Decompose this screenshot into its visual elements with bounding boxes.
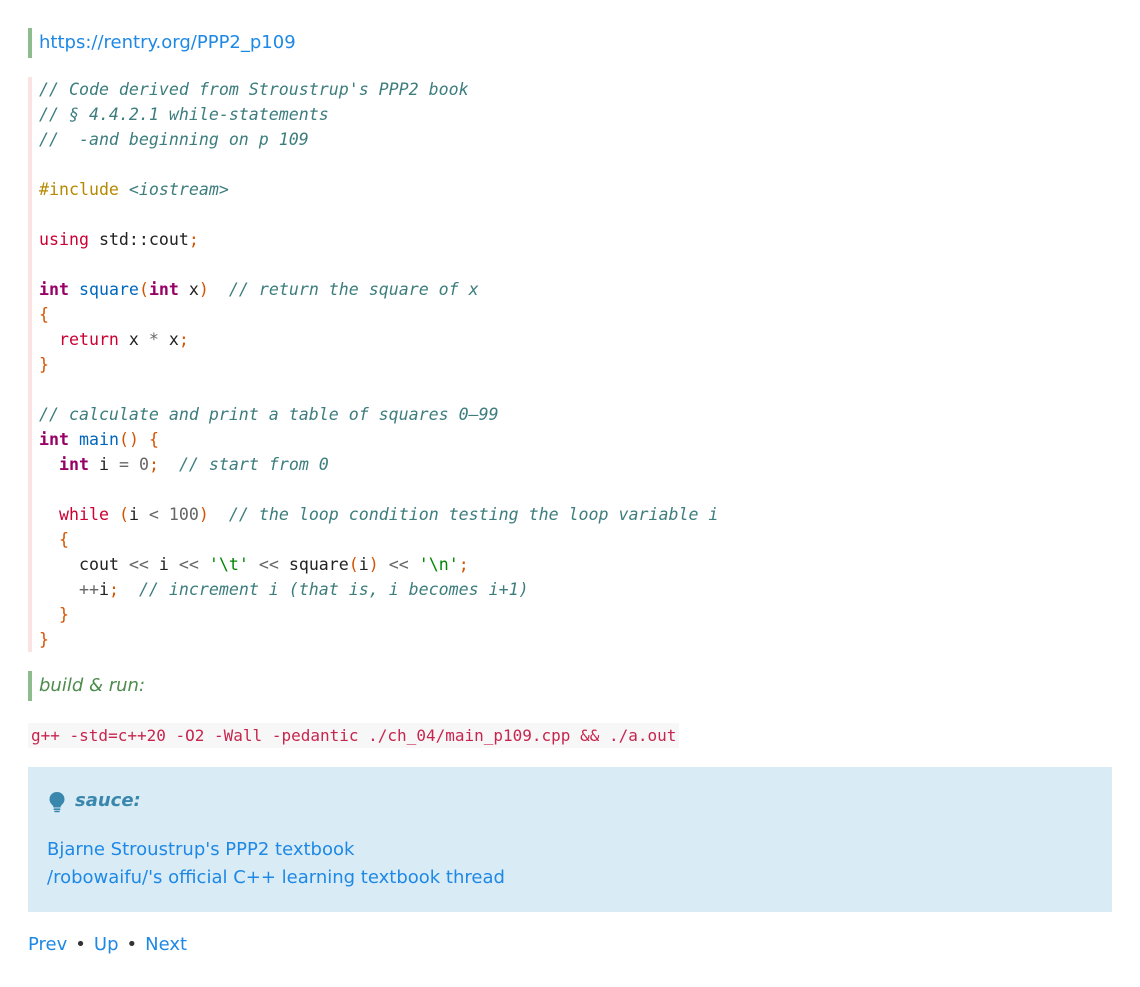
code-function-name: square — [78, 280, 139, 299]
code-keyword: return — [58, 330, 119, 349]
code-comment: // increment i (that is, i becomes i+1) — [138, 580, 529, 599]
code-identifier: x — [118, 330, 149, 349]
code-comment: // § 4.4.2.1 while-statements — [39, 105, 329, 124]
code-operator: = — [118, 455, 129, 474]
code-type: int — [39, 280, 69, 299]
code-function-name: main — [78, 430, 119, 449]
up-link[interactable]: Up — [94, 934, 119, 955]
prev-link[interactable]: Prev — [28, 934, 67, 955]
code-comment: // -and beginning on p 109 — [39, 130, 309, 149]
code-comment: // calculate and print a table of square… — [39, 405, 499, 424]
code-operator: << — [388, 555, 409, 574]
code-operator: << — [178, 555, 199, 574]
page-navigation: Prev • Up • Next — [28, 931, 187, 959]
code-operator: < — [148, 505, 159, 524]
code-string: '\n' — [418, 555, 459, 574]
robowaifu-thread-link[interactable]: /robowaifu/'s official C++ learning text… — [47, 864, 505, 892]
code-number: 100 — [168, 505, 199, 524]
code-listing: // Code derived from Stroustrup's PPP2 b… — [39, 80, 719, 649]
code-operator: * — [148, 330, 159, 349]
code-comment: // the loop condition testing the loop v… — [228, 505, 719, 524]
code-identifier: square — [278, 555, 349, 574]
code-type: int — [148, 280, 179, 299]
code-brace: } — [39, 630, 49, 649]
code-operator: ++ — [78, 580, 99, 599]
nav-separator: • — [75, 934, 86, 955]
code-preprocessor: #include — [39, 180, 129, 199]
next-link[interactable]: Next — [145, 934, 187, 955]
sauce-tip-box: sauce: Bjarne Stroustrup's PPP2 textbook… — [28, 767, 1112, 912]
code-keyword: using — [39, 230, 89, 249]
source-link[interactable]: https://rentry.org/PPP2_p109 — [39, 32, 296, 53]
code-block: // Code derived from Stroustrup's PPP2 b… — [28, 77, 1112, 652]
build-run-quote: build & run: — [28, 671, 145, 701]
source-link-quote: https://rentry.org/PPP2_p109 — [28, 28, 296, 58]
code-brace: { — [58, 530, 69, 549]
code-brace: } — [39, 355, 49, 374]
code-number: 0 — [138, 455, 149, 474]
code-comment: // Code derived from Stroustrup's PPP2 b… — [39, 80, 469, 99]
ppp2-textbook-link[interactable]: Bjarne Stroustrup's PPP2 textbook — [47, 836, 354, 864]
build-command: g++ -std=c++20 -O2 -Wall -pedantic ./ch_… — [28, 723, 680, 748]
lightbulb-icon — [48, 791, 66, 813]
code-comment: // start from 0 — [178, 455, 329, 474]
build-run-label: build & run: — [39, 675, 146, 696]
code-brace: } — [58, 605, 69, 624]
code-type: int — [58, 455, 89, 474]
code-keyword: while — [58, 505, 109, 524]
code-brace: { — [39, 305, 49, 324]
code-identifier: i — [88, 455, 119, 474]
code-identifier: i — [98, 580, 109, 599]
code-identifier: cout — [78, 555, 119, 574]
code-identifier: i — [128, 505, 149, 524]
code-identifier: x — [158, 330, 179, 349]
code-comment: // return the square of x — [228, 280, 479, 299]
code-identifier: std::cout — [98, 230, 189, 249]
code-identifier: i — [148, 555, 179, 574]
code-operator: << — [128, 555, 149, 574]
code-identifier: x — [178, 280, 199, 299]
code-operator: << — [258, 555, 279, 574]
code-string: '\t' — [208, 555, 249, 574]
code-include-header: <iostream> — [128, 180, 229, 199]
nav-separator: • — [126, 934, 138, 955]
code-brace: { — [148, 430, 159, 449]
tip-title: sauce: — [75, 790, 141, 811]
code-identifier: i — [358, 555, 369, 574]
code-type: int — [39, 430, 69, 449]
